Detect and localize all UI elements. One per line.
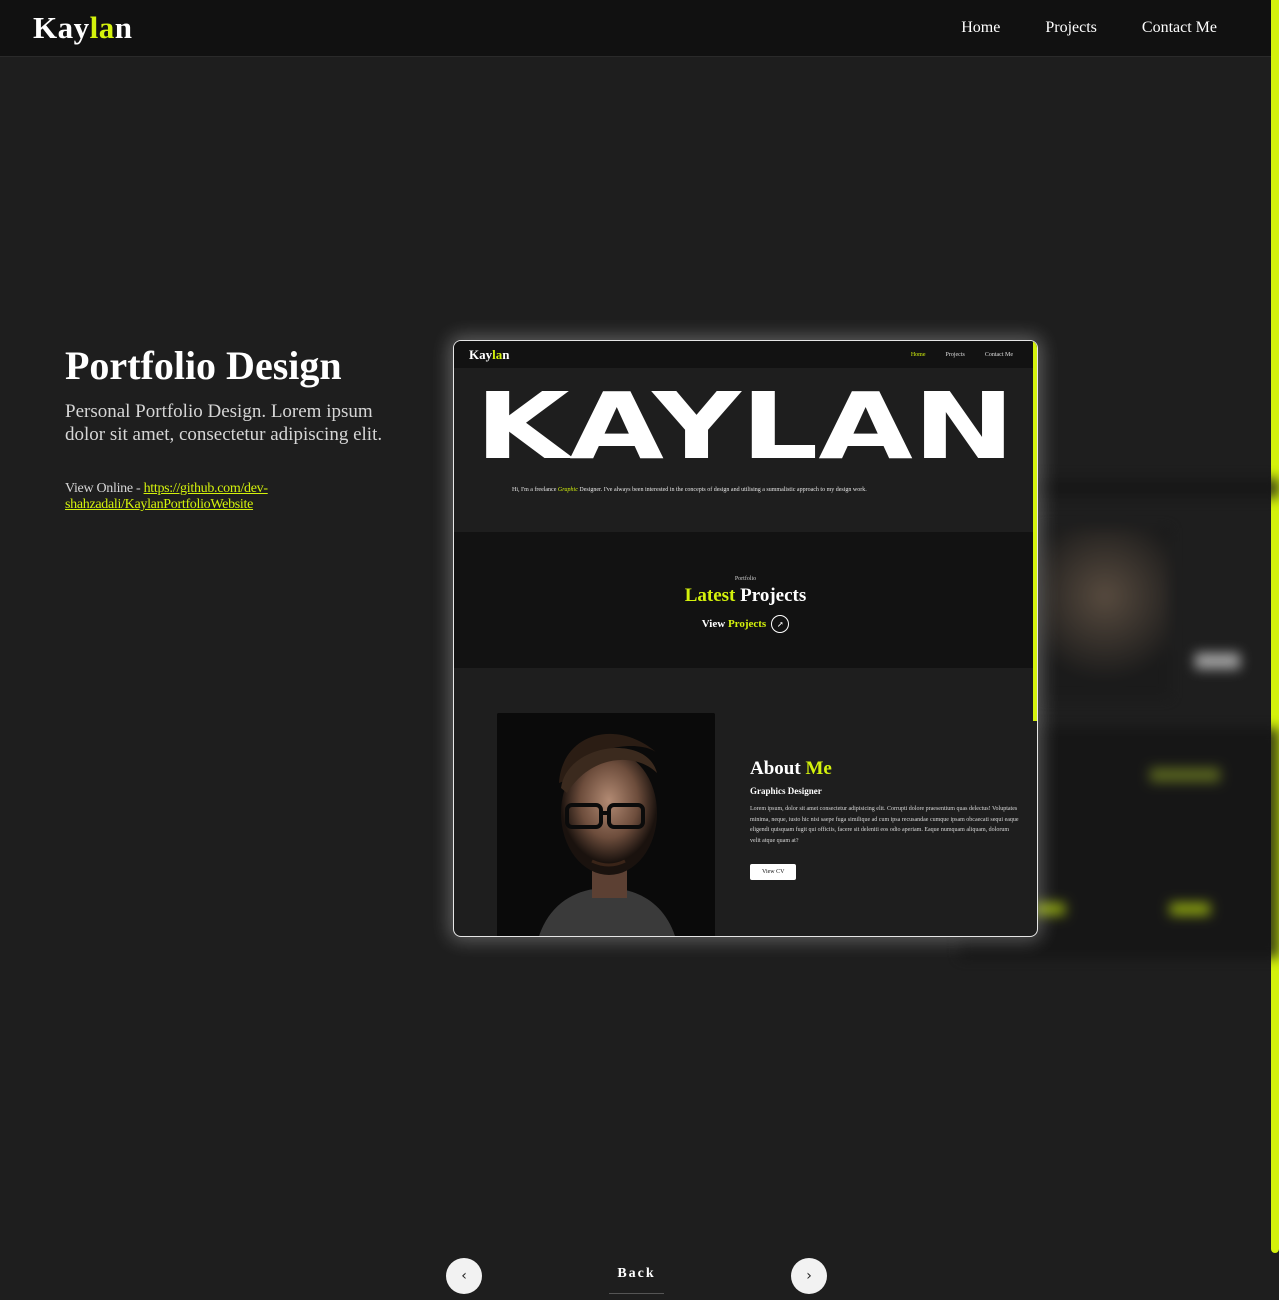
project-preview-screenshot[interactable]: Kaylan Home Projects Contact Me KAYLAN H… <box>453 340 1038 937</box>
preview-hero-wordmark: KAYLAN <box>475 390 1015 462</box>
preview-logo-start: Kay <box>469 346 493 362</box>
preview-logo: Kaylan <box>469 347 509 363</box>
top-nav: Kaylan Home Projects Contact Me <box>0 0 1271 57</box>
logo-text-start: Kay <box>33 10 90 45</box>
preview-intro-accent: Graphic <box>557 487 578 493</box>
chevron-left-icon: ‹ <box>461 1268 467 1284</box>
nav-links: Home Projects Contact Me <box>961 19 1217 37</box>
preview-view-projects-link: View Projects ↗ <box>701 615 790 633</box>
preview-about-body: Lorem ipsum, dolor sit amet consectetur … <box>750 806 1019 844</box>
logo-text-end: n <box>114 10 133 45</box>
view-online-label: View Online - <box>65 481 144 496</box>
preview-scrollbar <box>1033 341 1037 721</box>
preview-intro-start: Hi, I'm a freelance <box>512 487 558 493</box>
preview-logo-accent: la <box>492 346 503 362</box>
preview-nav: Kaylan Home Projects Contact Me <box>454 341 1037 368</box>
next-project-button[interactable]: › <box>791 1258 827 1294</box>
site-logo[interactable]: Kaylan <box>33 10 133 46</box>
external-link-icon: ↗ <box>771 615 790 633</box>
logo-text-accent: la <box>89 10 115 45</box>
preview-portfolio-label: Portfolio <box>734 576 757 582</box>
portrait-illustration <box>497 713 715 936</box>
preview-view-accent: Projects <box>727 618 767 630</box>
preview-hero: KAYLAN Hi, I'm a freelance Graphic Desig… <box>454 368 1037 532</box>
preview-about-heading: About Me <box>750 758 1020 780</box>
previous-project-button[interactable]: ‹ <box>446 1258 482 1294</box>
preview-intro-end: Designer. I've always been interested in… <box>577 487 867 493</box>
preview-hero-text: KAYLAN <box>475 390 1015 462</box>
back-link[interactable]: Back <box>609 1266 664 1294</box>
preview-portrait-photo <box>497 713 715 936</box>
chevron-right-icon: › <box>806 1268 812 1284</box>
preview-about-role: Graphics Designer <box>750 786 822 796</box>
view-online-line: View Online - https://github.com/dev-sha… <box>65 481 415 513</box>
preview-view-cv-button: View CV <box>750 864 797 880</box>
project-description: Personal Portfolio Design. Lorem ipsum d… <box>65 401 383 445</box>
preview-latest-accent: Latest <box>684 585 736 606</box>
preview-projects-section: Portfolio Latest Projects View Projects … <box>454 532 1037 668</box>
nav-home-link[interactable]: Home <box>961 19 1000 37</box>
preview-nav-links: Home Projects Contact Me <box>911 352 1013 358</box>
project-title: Portfolio Design <box>65 343 342 388</box>
nav-contact-link[interactable]: Contact Me <box>1142 19 1217 37</box>
preview-about-text: About Me Graphics Designer Lorem ipsum, … <box>750 758 1020 880</box>
preview-nav-projects: Projects <box>945 351 965 358</box>
preview-nav-contact: Contact Me <box>984 351 1013 358</box>
preview-nav-home: Home <box>910 351 926 358</box>
nav-projects-link[interactable]: Projects <box>1045 19 1097 37</box>
preview-about-accent: Me <box>805 758 832 779</box>
preview-logo-end: n <box>502 346 510 362</box>
preview-latest-rest: Projects <box>735 585 807 606</box>
preview-intro-text: Hi, I'm a freelance Graphic Designer. I'… <box>512 486 932 494</box>
preview-view-label: View <box>701 618 728 630</box>
preview-about-section: About Me Graphics Designer Lorem ipsum, … <box>454 668 1037 936</box>
project-info: Portfolio Design Personal Portfolio Desi… <box>65 342 415 513</box>
preview-latest-projects-heading: Latest Projects <box>454 585 1037 607</box>
preview-about-pre: About <box>750 758 806 779</box>
